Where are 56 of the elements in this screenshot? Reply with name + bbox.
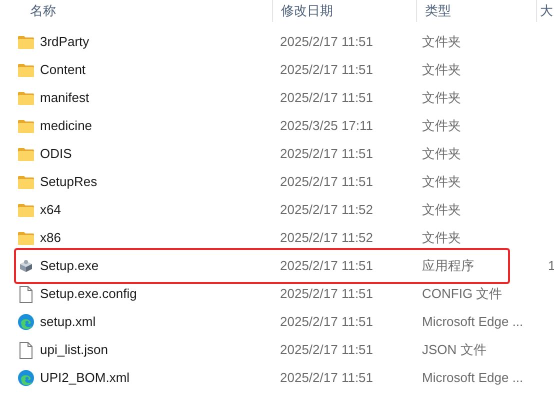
file-type: 文件夹: [422, 230, 461, 246]
column-header[interactable]: 大: [540, 1, 553, 21]
file-name[interactable]: setup.xml: [40, 312, 96, 332]
modified-date: 2025/2/17 11:51: [280, 342, 374, 358]
modified-date: 2025/2/17 11:51: [280, 90, 374, 106]
folder-icon: [18, 231, 34, 245]
modified-date: 2025/2/17 11:51: [280, 62, 374, 78]
file-name[interactable]: upi_list.json: [40, 340, 108, 360]
file-name[interactable]: UPI2_BOM.xml: [40, 368, 130, 388]
file-name[interactable]: 3rdParty: [40, 32, 90, 52]
modified-date: 2025/3/25 17:11: [280, 118, 374, 134]
modified-date: 2025/2/17 11:51: [280, 146, 374, 162]
column-header[interactable]: 类型: [425, 1, 451, 21]
file-name[interactable]: ODIS: [40, 144, 72, 164]
file-type: CONFIG 文件: [422, 286, 502, 302]
modified-date: 2025/2/17 11:52: [280, 202, 374, 218]
application-icon: [18, 258, 34, 274]
file-type: 文件夹: [422, 146, 461, 162]
file-name[interactable]: medicine: [40, 116, 92, 136]
file-name[interactable]: SetupRes: [40, 172, 98, 192]
folder-icon: [18, 35, 34, 49]
folder-icon: [18, 63, 34, 77]
file-type: 文件夹: [422, 62, 461, 78]
file-type: 文件夹: [422, 118, 461, 134]
file-type: Microsoft Edge ...: [422, 370, 524, 386]
modified-date: 2025/2/17 11:52: [280, 230, 374, 246]
file-type: Microsoft Edge ...: [422, 314, 524, 330]
document-icon: [19, 286, 33, 302]
browser-icon: [18, 370, 34, 386]
folder-icon: [18, 119, 34, 133]
file-name[interactable]: Content: [40, 60, 86, 80]
modified-date: 2025/2/17 11:51: [280, 314, 374, 330]
file-type: JSON 文件: [422, 342, 486, 358]
folder-icon: [18, 147, 34, 161]
file-type: 应用程序: [422, 258, 474, 274]
file-name[interactable]: x86: [40, 228, 61, 248]
document-icon: [19, 342, 33, 358]
modified-date: 2025/2/17 11:51: [280, 258, 374, 274]
file-type: 文件夹: [422, 202, 461, 218]
modified-date: 2025/2/17 11:51: [280, 370, 374, 386]
file-type: 文件夹: [422, 174, 461, 190]
file-type: 文件夹: [422, 90, 461, 106]
column-header[interactable]: 修改日期: [281, 1, 333, 21]
file-name[interactable]: Setup.exe: [40, 256, 99, 276]
file-name[interactable]: x64: [40, 200, 61, 220]
folder-icon: [18, 91, 34, 105]
browser-icon: [18, 314, 34, 330]
column-header[interactable]: 名称: [30, 1, 56, 21]
file-name[interactable]: manifest: [40, 88, 90, 108]
modified-date: 2025/2/17 11:51: [280, 34, 374, 50]
file-type: 文件夹: [422, 34, 461, 50]
file-name[interactable]: Setup.exe.config: [40, 284, 137, 304]
modified-date: 2025/2/17 11:51: [280, 174, 374, 190]
folder-icon: [18, 203, 34, 217]
folder-icon: [18, 175, 34, 189]
modified-date: 2025/2/17 11:51: [280, 286, 374, 302]
